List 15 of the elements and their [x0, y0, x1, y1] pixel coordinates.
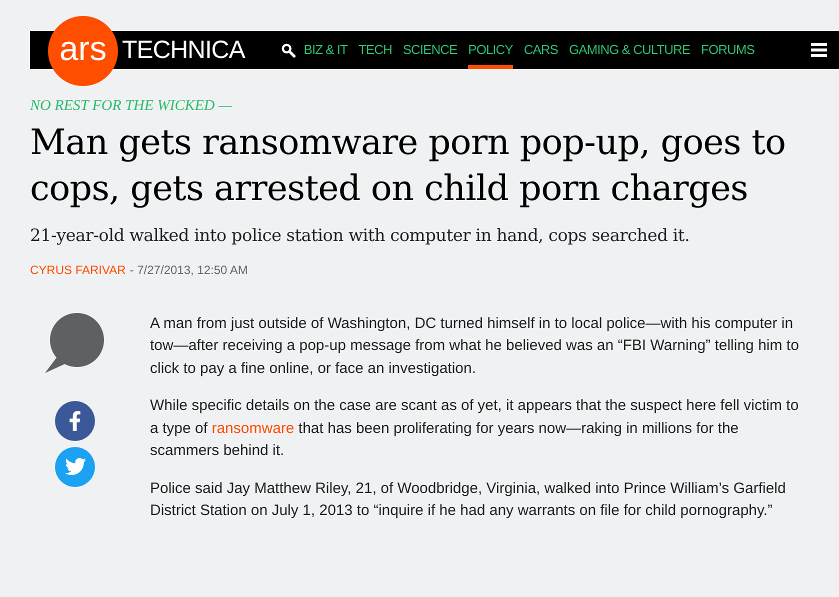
body-paragraph: A man from just outside of Washington, DC turned himself in to local police—with his computer in tow—after receiving a pop-up message from what he believed was an “FBI Warning” telling him to click to pay a fine online, or face an investigation. [150, 314, 799, 378]
article-subtitle: 21-year-old walked into police station with computer in hand, cops searched it. [30, 225, 691, 248]
nav-link[interactable]: POLICY [468, 31, 513, 69]
logo-mark: ars [59, 32, 107, 70]
nav-link[interactable]: BIZ & IT [304, 31, 348, 69]
article-title: Man gets ransomware porn pop-up, goes to cops, gets arrested on child porn charges [30, 122, 787, 211]
nav-link[interactable]: CARS [524, 31, 558, 69]
body-paragraph: Police said Jay Matthew Riley, 21, of Woodbridge, Virginia, walked into Prince William’s Garfield District Station on July 1, 2013 to “inquire if he had any warrants on file for child pornography.” [150, 478, 787, 521]
nav-link[interactable]: FORUMS [701, 31, 754, 69]
dateline: - 7/27/2013, 12:50 AM [130, 262, 248, 278]
nav-link[interactable]: SCIENCE [402, 31, 458, 69]
logo-text: TECHNICA [122, 38, 245, 62]
body-paragraph: While specific details on the case are scant as of yet, it appears that the suspect here fell victim to a type of ransomware that has been proliferating for years now—raking in millions for the scammers behind it. [150, 396, 799, 461]
nav-link[interactable]: TECH [358, 31, 392, 69]
nav-link[interactable]: GAMING & CULTURE [568, 31, 690, 69]
